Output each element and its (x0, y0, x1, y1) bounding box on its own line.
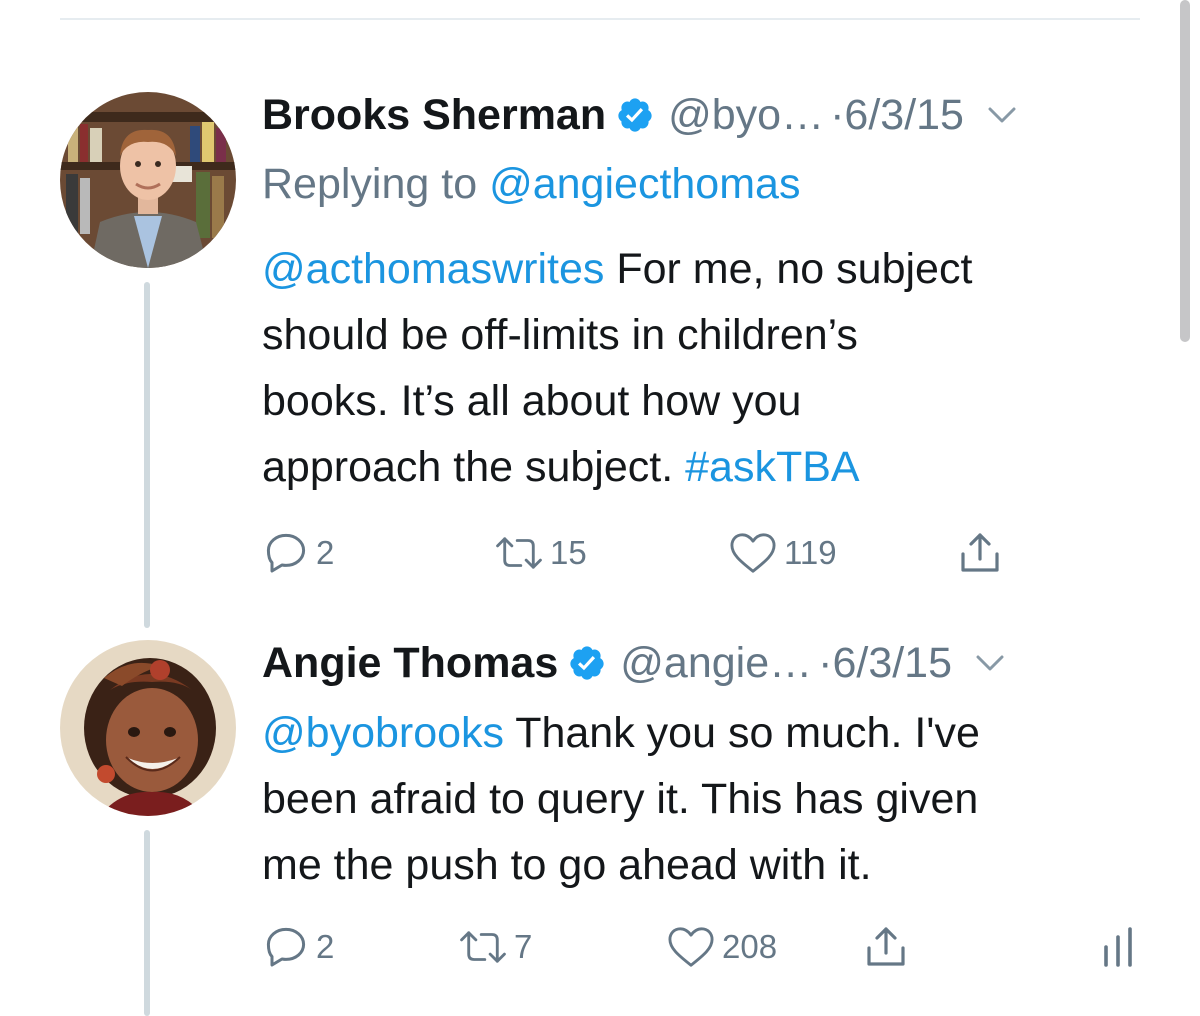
retweet-button[interactable]: 7 (458, 922, 532, 972)
heart-icon (668, 927, 714, 967)
retweet-count: 7 (514, 928, 533, 965)
tweet-text-line: @byobrooks Thank you so much. I've (262, 709, 980, 757)
avatar[interactable] (60, 92, 236, 268)
analytics-icon (1104, 927, 1132, 967)
tweet-date[interactable]: ·6/3/15 (818, 639, 952, 688)
replying-to-link[interactable]: @angiecthomas (489, 160, 800, 208)
share-icon (867, 927, 905, 966)
tweet-text: @byobrooks Thank you so much. I've been … (262, 700, 1162, 898)
verified-badge-icon (618, 98, 652, 132)
thread-line (144, 830, 150, 1016)
reply-icon (266, 533, 306, 573)
hashtag-link[interactable]: #askTBA (685, 443, 859, 491)
display-name[interactable]: Brooks Sherman (262, 91, 606, 140)
retweet-icon (460, 931, 506, 963)
share-button[interactable] (862, 922, 910, 972)
verified-badge-icon (570, 646, 604, 680)
mention-link[interactable]: @acthomaswrites (262, 245, 604, 293)
like-count: 208 (722, 928, 778, 965)
thread-line (144, 282, 150, 628)
reply-icon (266, 927, 306, 967)
reply-count: 2 (316, 534, 335, 571)
tweet-text: @acthomaswrites For me, no subject shoul… (262, 236, 1162, 500)
tweet-header: Angie Thomas @angie… ·6/3/15 (262, 638, 1004, 688)
analytics-button[interactable] (1100, 922, 1136, 972)
replying-prefix: Replying to (262, 160, 490, 208)
tweet-text-line: @acthomaswrites For me, no subject (262, 245, 973, 293)
user-handle[interactable]: @byo… (668, 91, 824, 140)
mention-link[interactable]: @byobrooks (262, 709, 504, 757)
retweet-count: 15 (550, 534, 587, 571)
girl-childhood-portrait-icon (60, 640, 236, 816)
tweet-text-line: books. It’s all about how you (262, 377, 802, 425)
retweet-button[interactable]: 15 (494, 528, 587, 578)
share-button[interactable] (956, 528, 1004, 578)
user-handle[interactable]: @angie… (620, 639, 812, 688)
display-name[interactable]: Angie Thomas (262, 639, 558, 688)
top-divider (60, 18, 1140, 20)
avatar[interactable] (60, 640, 236, 816)
like-count: 119 (784, 534, 837, 571)
reply-count: 2 (316, 928, 335, 965)
like-button[interactable]: 208 (666, 922, 777, 972)
reply-button[interactable]: 2 (262, 922, 334, 972)
heart-icon (730, 533, 776, 573)
chevron-down-icon[interactable] (976, 653, 1004, 673)
share-icon (961, 533, 999, 572)
like-button[interactable]: 119 (728, 528, 837, 578)
tweet-header: Brooks Sherman @byo… ·6/3/15 (262, 90, 1016, 140)
tweet-text-line: should be off-limits in children’s (262, 311, 858, 359)
tweet-text-line: been afraid to query it. This has given (262, 775, 979, 823)
reply-button[interactable]: 2 (262, 528, 334, 578)
tweet-text-line: me the push to go ahead with it. (262, 841, 872, 889)
retweet-icon (496, 537, 542, 569)
man-portrait-bookshelf-icon (60, 92, 236, 268)
chevron-down-icon[interactable] (988, 105, 1016, 125)
replying-to: Replying to @angiecthomas (262, 160, 800, 209)
tweet-text-line: approach the subject. #askTBA (262, 443, 860, 491)
scrollbar[interactable] (1180, 0, 1190, 342)
tweet-date[interactable]: ·6/3/15 (830, 91, 964, 140)
